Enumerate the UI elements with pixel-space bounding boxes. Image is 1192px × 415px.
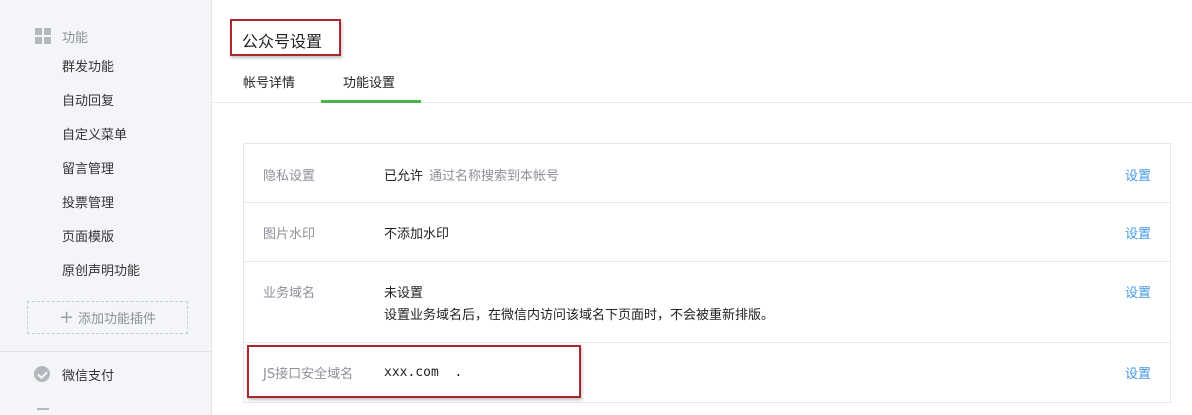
grid-icon <box>35 28 51 44</box>
js-domain-highlight <box>247 345 581 398</box>
business-domain-settings-link[interactable]: 设置 <box>1125 282 1151 301</box>
row-label: 图片水印 <box>263 227 316 242</box>
privacy-settings-link[interactable]: 设置 <box>1125 165 1151 184</box>
sidebar-item-votes[interactable]: 投票管理 <box>62 194 114 214</box>
row-value: 不添加水印 <box>384 227 450 242</box>
row-label: 业务域名 <box>263 286 316 301</box>
settings-row-privacy: 隐私设置 已允许 通过名称搜索到本帐号 设置 <box>244 144 1170 203</box>
privacy-status: 已允许 <box>384 169 424 184</box>
sidebar-item-page-templates[interactable]: 页面模版 <box>62 228 114 248</box>
add-plugin-label: 添加功能插件 <box>78 312 157 327</box>
tab-bar: 帐号详情 功能设置 <box>213 60 1192 103</box>
watermark-settings-link[interactable]: 设置 <box>1125 223 1151 242</box>
privacy-hint: 通过名称搜索到本帐号 <box>429 169 560 184</box>
main-content: 公众号设置 帐号详情 功能设置 隐私设置 已允许 通过名称搜索到本帐号 设置 图片… <box>213 0 1192 415</box>
sidebar-item-mass-send[interactable]: 群发功能 <box>62 58 114 78</box>
tab-account-details[interactable]: 帐号详情 <box>243 72 295 91</box>
sidebar-group-function: 功能 <box>0 21 212 49</box>
sidebar: 功能 群发功能 自动回复 自定义菜单 留言管理 投票管理 页面模版 原创声明功能… <box>0 0 212 415</box>
row-label: 隐私设置 <box>263 169 316 184</box>
sidebar-item-original-declaration[interactable]: 原创声明功能 <box>62 262 140 282</box>
sidebar-item-wechat-pay[interactable]: 微信支付 <box>0 360 212 388</box>
settings-row-watermark: 图片水印 不添加水印 设置 <box>244 203 1170 262</box>
sidebar-item-label: 微信支付 <box>62 369 115 384</box>
menu-icon <box>37 408 49 415</box>
active-tab-indicator <box>321 100 421 103</box>
js-domain-settings-link[interactable]: 设置 <box>1125 363 1151 382</box>
add-plugin-button[interactable]: + 添加功能插件 <box>27 301 188 334</box>
sidebar-item-custom-menu[interactable]: 自定义菜单 <box>62 126 127 146</box>
row-description: 设置业务域名后，在微信内访问该域名下页面时，不会被重新排版。 <box>384 308 775 323</box>
tab-function-settings[interactable]: 功能设置 <box>343 72 395 91</box>
plus-icon: + <box>58 306 75 328</box>
sidebar-item-comments[interactable]: 留言管理 <box>62 160 114 180</box>
row-value: 未设置 <box>384 286 424 301</box>
sidebar-divider <box>0 351 212 352</box>
row-value: 已允许 通过名称搜索到本帐号 <box>384 165 559 184</box>
page-title: 公众号设置 <box>242 32 323 51</box>
settings-row-business-domain: 业务域名 未设置 设置业务域名后，在微信内访问该域名下页面时，不会被重新排版。 … <box>244 262 1170 343</box>
sidebar-item-auto-reply[interactable]: 自动回复 <box>62 92 114 112</box>
wechat-pay-icon <box>34 366 50 382</box>
sidebar-group-title: 功能 <box>62 31 89 46</box>
